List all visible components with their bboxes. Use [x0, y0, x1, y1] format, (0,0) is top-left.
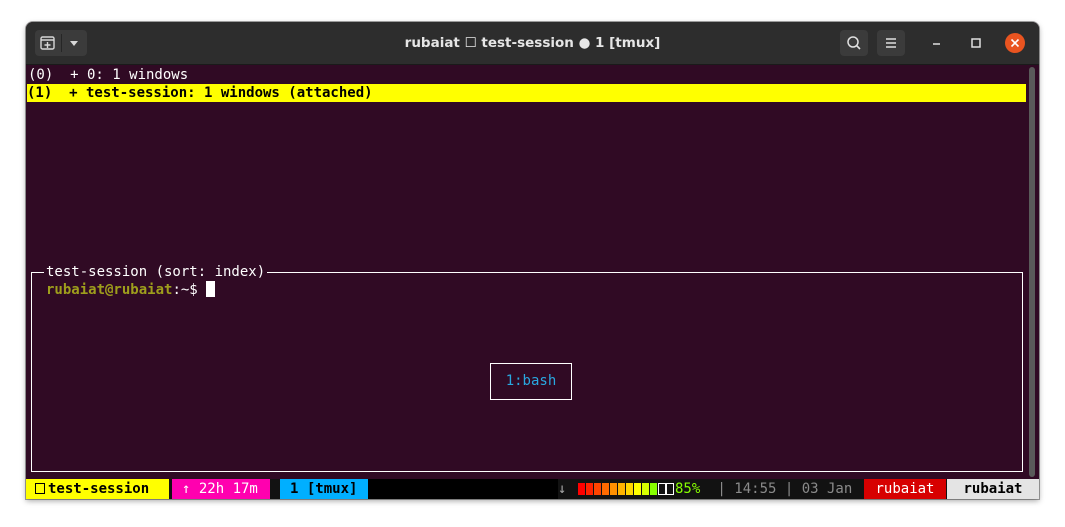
- session-tree-row-selected[interactable]: (1) + test-session: 1 windows (attached): [27, 84, 1026, 102]
- tmux-status-bar: test-session ↑ 22h 17m 1 [tmux] ↓ 85% |: [26, 479, 1039, 499]
- close-icon: [1010, 38, 1020, 48]
- status-window[interactable]: 1 [tmux]: [280, 479, 368, 499]
- battery-segment-empty: [666, 483, 674, 495]
- title-bar: rubaiat ☐ test-session ● 1 [tmux]: [26, 22, 1039, 65]
- status-time-date: | 14:55 | 03 Jan: [709, 481, 853, 497]
- shell-prompt: rubaiat@rubaiat:~$: [46, 281, 216, 299]
- session-preview-frame: test-session (sort: index) rubaiat@rubai…: [31, 263, 1023, 472]
- battery-segment-empty: [658, 483, 666, 495]
- terminal-area[interactable]: (0) + 0: 1 windows (1) + test-session: 1…: [26, 65, 1039, 499]
- status-spacer: [368, 479, 558, 499]
- search-button[interactable]: [840, 30, 868, 56]
- prompt-user: rubaiat@rubaiat: [46, 282, 173, 298]
- battery-segment: [626, 483, 633, 495]
- battery-segment: [650, 483, 657, 495]
- hamburger-menu-icon: [886, 38, 896, 48]
- battery-percent: 85%: [675, 481, 701, 497]
- down-arrow-icon: ↓: [558, 481, 567, 497]
- scrollbar[interactable]: [1029, 67, 1035, 477]
- terminal-window: rubaiat ☐ test-session ● 1 [tmux] (0) + …: [26, 22, 1039, 499]
- minimize-button[interactable]: [927, 33, 947, 53]
- session-square-icon: [35, 483, 45, 494]
- preview-title: test-session (sort: index): [44, 263, 268, 281]
- status-uptime: ↑ 22h 17m: [172, 479, 270, 499]
- status-session[interactable]: test-session: [26, 479, 169, 499]
- battery-segment: [618, 483, 625, 495]
- battery-segment: [634, 483, 641, 495]
- menu-button[interactable]: [877, 30, 905, 56]
- status-host: rubaiat: [947, 479, 1039, 499]
- status-window-label: 1 [tmux]: [290, 481, 358, 497]
- battery-segment: [642, 483, 649, 495]
- text-cursor: [206, 281, 216, 297]
- battery-segment: [594, 483, 601, 495]
- battery-segment: [610, 483, 617, 495]
- session-tree-row[interactable]: (0) + 0: 1 windows: [28, 66, 188, 84]
- prompt-path: :~$: [172, 282, 207, 298]
- status-uptime-label: ↑ 22h 17m: [182, 481, 258, 497]
- battery-segment: [586, 483, 593, 495]
- status-user: rubaiat: [864, 479, 946, 499]
- battery-bar: [578, 483, 674, 495]
- search-icon: [847, 36, 861, 50]
- maximize-icon: [971, 38, 981, 48]
- minimize-icon: [933, 43, 940, 45]
- status-session-label: test-session: [48, 481, 150, 497]
- close-button[interactable]: [1005, 33, 1025, 53]
- maximize-button[interactable]: [966, 33, 986, 53]
- battery-segment: [602, 483, 609, 495]
- pane-label: 1:bash: [490, 363, 572, 400]
- battery-segment: [578, 483, 585, 495]
